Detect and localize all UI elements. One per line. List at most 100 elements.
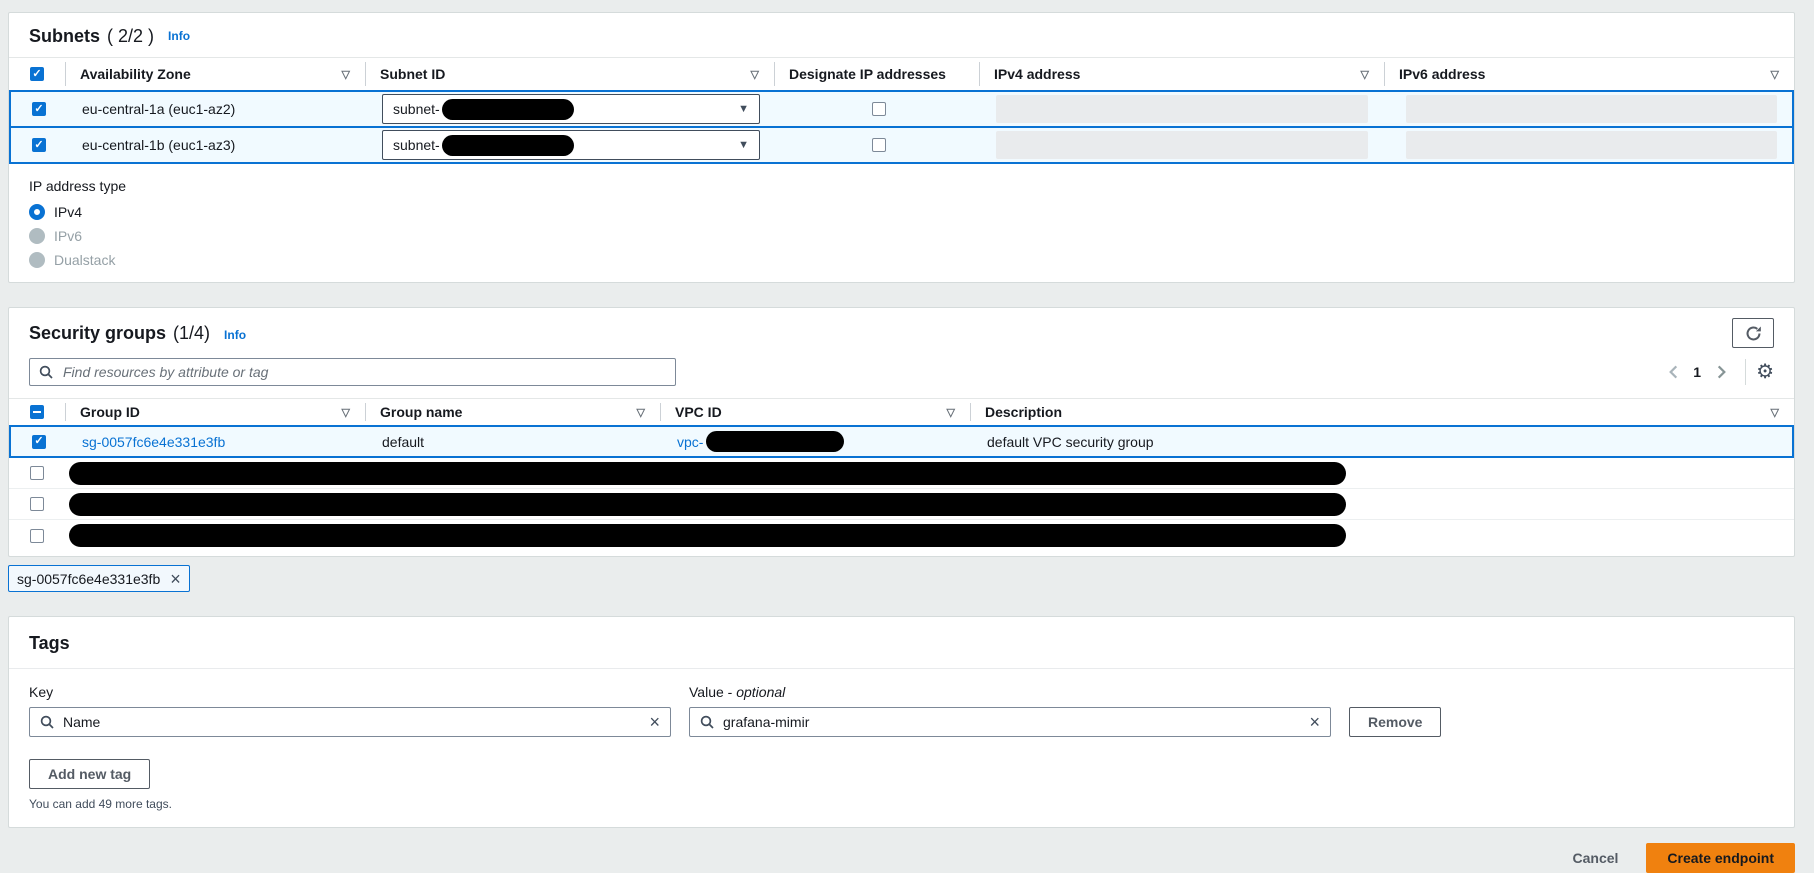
tag-value-field-group: Value - optional grafana-mimir ×: [689, 682, 1331, 737]
security-groups-info-link[interactable]: Info: [224, 328, 246, 342]
select-all-subnets-checkbox[interactable]: [30, 67, 44, 81]
group-id-link[interactable]: sg-0057fc6e4e331e3fb: [82, 434, 225, 450]
ipv4-address-field-disabled: [996, 131, 1368, 159]
column-header-group-name[interactable]: Group name ▽: [365, 399, 660, 425]
column-label: Group name: [380, 404, 463, 420]
column-header-ipv6[interactable]: IPv6 address ▽: [1384, 58, 1794, 90]
pager-divider: [1745, 359, 1747, 385]
select-all-groups-cell: [9, 399, 65, 425]
sort-icon: ▽: [636, 406, 645, 419]
token-dismiss-icon[interactable]: ×: [170, 570, 181, 588]
tag-value-value: grafana-mimir: [723, 714, 810, 730]
row-select-cell: [11, 102, 67, 116]
subnet-id-select[interactable]: subnet- ▼: [382, 94, 760, 124]
security-groups-header: Security groups (1/4) Info: [9, 308, 1794, 356]
radio-option-ipv4[interactable]: IPv4: [29, 200, 1774, 224]
column-header-group-id[interactable]: Group ID ▽: [65, 399, 365, 425]
radio-selected-icon: [29, 204, 45, 220]
designate-ip-cell: [776, 102, 981, 116]
next-page-button[interactable]: [1709, 360, 1733, 384]
gear-icon[interactable]: ⚙: [1756, 362, 1774, 382]
subnet-row-checkbox[interactable]: [32, 138, 46, 152]
designate-ip-checkbox[interactable]: [871, 138, 886, 152]
subnet-row-checkbox[interactable]: [32, 102, 46, 116]
search-icon: [700, 715, 714, 729]
security-group-row: [9, 489, 1794, 520]
pagination: 1 ⚙: [1661, 359, 1774, 385]
tag-row: Key Name × Value - optional grafana-mimi…: [29, 682, 1774, 737]
redacted-row-data: [69, 524, 1346, 547]
tags-header: Tags: [9, 617, 1794, 669]
subnets-info-link[interactable]: Info: [168, 29, 190, 43]
security-group-row-checkbox[interactable]: [30, 497, 44, 511]
column-label: Designate IP addresses: [789, 66, 946, 82]
subnet-row: eu-central-1a (euc1-az2) subnet- ▼: [9, 90, 1794, 128]
column-label: IPv4 address: [994, 66, 1081, 82]
security-group-row: [9, 520, 1794, 551]
security-group-row-checkbox[interactable]: [30, 466, 44, 480]
vpc-id-link[interactable]: vpc-: [677, 434, 703, 450]
subnet-id-select[interactable]: subnet- ▼: [382, 130, 760, 160]
column-header-availability-zone[interactable]: Availability Zone ▽: [65, 58, 365, 90]
clear-value-icon[interactable]: ×: [1309, 713, 1320, 731]
filter-input[interactable]: [61, 363, 666, 381]
security-groups-panel: Security groups (1/4) Info Find resource…: [8, 307, 1795, 557]
column-header-vpc-id[interactable]: VPC ID ▽: [660, 399, 970, 425]
selected-security-group-token: sg-0057fc6e4e331e3fb ×: [8, 565, 190, 592]
radio-label: IPv4: [54, 204, 83, 220]
column-header-ipv4[interactable]: IPv4 address ▽: [979, 58, 1384, 90]
security-groups-filter[interactable]: [29, 358, 676, 386]
subnets-title: Subnets: [29, 26, 101, 46]
redacted-row-data: [69, 492, 1346, 516]
security-groups-title-group: Security groups (1/4) Info: [29, 320, 1732, 346]
column-header-subnet-id[interactable]: Subnet ID ▽: [365, 58, 774, 90]
subnet-id-cell: subnet- ▼: [367, 130, 776, 160]
refresh-button[interactable]: [1732, 318, 1774, 348]
security-group-row: sg-0057fc6e4e331e3fb default vpc- defaul…: [9, 425, 1794, 458]
subnet-id-prefix: subnet-: [393, 137, 440, 153]
previous-page-button[interactable]: [1661, 360, 1685, 384]
tag-key-label: Key: [29, 684, 54, 700]
sort-icon: ▽: [1770, 406, 1779, 419]
redacted-vpc-id: [706, 431, 845, 452]
sort-icon: ▽: [946, 406, 955, 419]
select-all-groups-checkbox[interactable]: [30, 405, 44, 419]
refresh-icon: [1745, 325, 1762, 342]
clear-key-icon[interactable]: ×: [649, 713, 660, 731]
ipv6-address-field-disabled: [1406, 131, 1777, 159]
description-cell: default VPC security group: [972, 434, 1792, 450]
token-label: sg-0057fc6e4e331e3fb: [17, 570, 161, 587]
designate-ip-checkbox[interactable]: [871, 102, 886, 116]
ip-address-type-group: IP address type IPv4 IPv6 Dualstack: [9, 164, 1794, 282]
remove-tag-button[interactable]: Remove: [1349, 707, 1442, 737]
redacted-subnet-id: [441, 134, 574, 156]
column-header-description[interactable]: Description ▽: [970, 399, 1794, 425]
security-group-row-checkbox[interactable]: [30, 528, 44, 543]
current-page-number[interactable]: 1: [1685, 364, 1709, 380]
add-new-tag-button[interactable]: Add new tag: [29, 759, 151, 789]
sort-icon: ▽: [341, 406, 350, 419]
radio-label: IPv6: [54, 228, 83, 244]
footer-actions: Cancel Create endpoint: [8, 843, 1795, 873]
security-groups-table-header: Group ID ▽ Group name ▽ VPC ID ▽ Descrip…: [9, 398, 1794, 425]
security-groups-title: Security groups: [29, 323, 167, 343]
tag-key-input[interactable]: Name ×: [29, 707, 671, 737]
sort-icon: ▽: [1770, 68, 1779, 81]
security-group-row-checkbox[interactable]: [32, 434, 46, 449]
group-id-cell: sg-0057fc6e4e331e3fb: [67, 434, 367, 450]
column-label: Group ID: [80, 404, 140, 420]
column-label: VPC ID: [675, 404, 722, 420]
tag-value-input[interactable]: grafana-mimir ×: [689, 707, 1331, 737]
ipv4-address-cell: [981, 95, 1386, 123]
availability-zone-value: eu-central-1a (euc1-az2): [82, 101, 236, 117]
sort-icon: ▽: [750, 68, 759, 81]
radio-option-ipv6: IPv6: [29, 224, 1774, 248]
create-endpoint-button[interactable]: Create endpoint: [1646, 843, 1795, 873]
tags-panel: Tags Key Name × Value - optional grafana…: [8, 616, 1795, 828]
tag-key-field-group: Key Name ×: [29, 682, 671, 737]
ipv4-address-cell: [981, 131, 1386, 159]
select-all-subnets-cell: [9, 58, 65, 90]
tags-body: Key Name × Value - optional grafana-mimi…: [9, 669, 1794, 827]
optional-label: optional: [736, 684, 786, 700]
column-label: Subnet ID: [380, 66, 446, 82]
